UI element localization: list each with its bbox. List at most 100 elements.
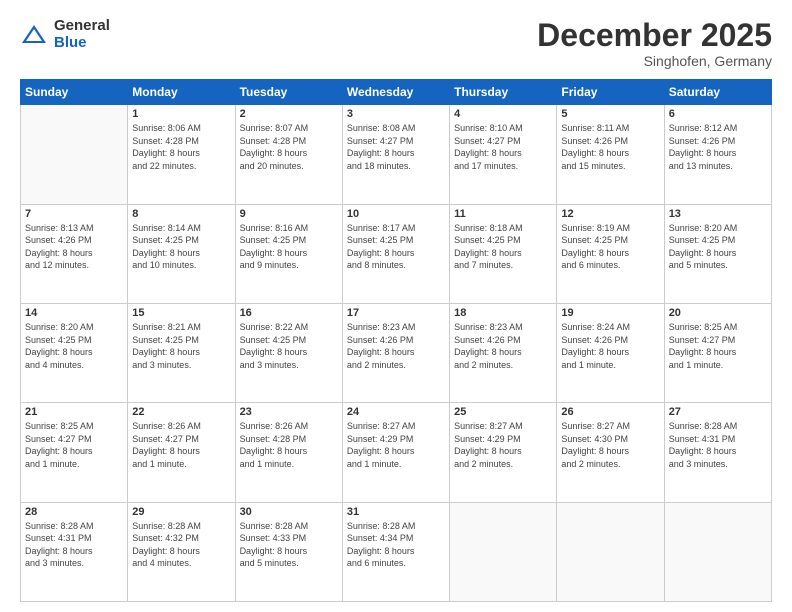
day-number: 17 (347, 307, 445, 319)
table-row: 2 Sunrise: 8:07 AMSunset: 4:28 PMDaylight… (235, 105, 342, 204)
day-info: Sunrise: 8:19 AMSunset: 4:25 PMDaylight:… (561, 222, 659, 272)
page: General Blue December 2025 Singhofen, Ge… (0, 0, 792, 612)
day-number: 19 (561, 307, 659, 319)
header-friday: Friday (557, 80, 664, 105)
day-info: Sunrise: 8:08 AMSunset: 4:27 PMDaylight:… (347, 122, 445, 172)
day-number: 5 (561, 108, 659, 120)
table-row: 20 Sunrise: 8:25 AMSunset: 4:27 PMDayligh… (664, 303, 771, 402)
header: General Blue December 2025 Singhofen, Ge… (20, 18, 772, 69)
table-row (450, 502, 557, 601)
day-number: 28 (25, 506, 123, 518)
header-sunday: Sunday (21, 80, 128, 105)
day-number: 3 (347, 108, 445, 120)
table-row: 18 Sunrise: 8:23 AMSunset: 4:26 PMDayligh… (450, 303, 557, 402)
table-row: 5 Sunrise: 8:11 AMSunset: 4:26 PMDaylight… (557, 105, 664, 204)
header-saturday: Saturday (664, 80, 771, 105)
table-row: 10 Sunrise: 8:17 AMSunset: 4:25 PMDayligh… (342, 204, 449, 303)
day-number: 12 (561, 208, 659, 220)
day-info: Sunrise: 8:26 AMSunset: 4:28 PMDaylight:… (240, 420, 338, 470)
table-row: 25Sunrise: 8:27 AMSunset: 4:29 PMDayligh… (450, 403, 557, 502)
day-number: 11 (454, 208, 552, 220)
day-info: Sunrise: 8:21 AMSunset: 4:25 PMDaylight:… (132, 321, 230, 371)
day-info: Sunrise: 8:22 AMSunset: 4:25 PMDaylight:… (240, 321, 338, 371)
day-info: Sunrise: 8:20 AMSunset: 4:25 PMDaylight:… (669, 222, 767, 272)
day-info: Sunrise: 8:27 AMSunset: 4:29 PMDaylight:… (454, 420, 552, 470)
table-row: 17 Sunrise: 8:23 AMSunset: 4:26 PMDayligh… (342, 303, 449, 402)
logo-blue-text: Blue (54, 35, 110, 52)
day-info: Sunrise: 8:10 AMSunset: 4:27 PMDaylight:… (454, 122, 552, 172)
logo-general-text: General (54, 18, 110, 35)
day-number: 14 (25, 307, 123, 319)
day-number: 6 (669, 108, 767, 120)
day-info: Sunrise: 8:23 AMSunset: 4:26 PMDaylight:… (347, 321, 445, 371)
day-number: 26 (561, 406, 659, 418)
day-info: Sunrise: 8:25 AMSunset: 4:27 PMDaylight:… (669, 321, 767, 371)
day-number: 20 (669, 307, 767, 319)
day-number: 21 (25, 406, 123, 418)
week-row-2: 7Sunrise: 8:13 AMSunset: 4:26 PMDaylight… (21, 204, 772, 303)
day-number: 10 (347, 208, 445, 220)
day-info: Sunrise: 8:27 AMSunset: 4:30 PMDaylight:… (561, 420, 659, 470)
table-row (557, 502, 664, 601)
day-number: 1 (132, 108, 230, 120)
week-row-5: 28 Sunrise: 8:28 AMSunset: 4:31 PMDayligh… (21, 502, 772, 601)
day-info: Sunrise: 8:27 AMSunset: 4:29 PMDaylight:… (347, 420, 445, 470)
day-info: Sunrise: 8:07 AMSunset: 4:28 PMDaylight:… (240, 122, 338, 172)
day-number: 18 (454, 307, 552, 319)
day-number: 29 (132, 506, 230, 518)
table-row: 15 Sunrise: 8:21 AMSunset: 4:25 PMDayligh… (128, 303, 235, 402)
table-row: 21Sunrise: 8:25 AMSunset: 4:27 PMDayligh… (21, 403, 128, 502)
header-monday: Monday (128, 80, 235, 105)
day-info: Sunrise: 8:28 AMSunset: 4:31 PMDaylight:… (25, 520, 123, 570)
table-row: 14 Sunrise: 8:20 AMSunset: 4:25 PMDayligh… (21, 303, 128, 402)
table-row: 24 Sunrise: 8:27 AMSunset: 4:29 PMDayligh… (342, 403, 449, 502)
table-row (664, 502, 771, 601)
table-row: 19Sunrise: 8:24 AMSunset: 4:26 PMDayligh… (557, 303, 664, 402)
day-info: Sunrise: 8:16 AMSunset: 4:25 PMDaylight:… (240, 222, 338, 272)
day-info: Sunrise: 8:26 AMSunset: 4:27 PMDaylight:… (132, 420, 230, 470)
day-info: Sunrise: 8:06 AMSunset: 4:28 PMDaylight:… (132, 122, 230, 172)
day-number: 13 (669, 208, 767, 220)
header-wednesday: Wednesday (342, 80, 449, 105)
table-row: 27 Sunrise: 8:28 AMSunset: 4:31 PMDayligh… (664, 403, 771, 502)
table-row: 29 Sunrise: 8:28 AMSunset: 4:32 PMDayligh… (128, 502, 235, 601)
day-number: 23 (240, 406, 338, 418)
table-row: 23 Sunrise: 8:26 AMSunset: 4:28 PMDayligh… (235, 403, 342, 502)
day-info: Sunrise: 8:11 AMSunset: 4:26 PMDaylight:… (561, 122, 659, 172)
day-number: 31 (347, 506, 445, 518)
table-row: 7Sunrise: 8:13 AMSunset: 4:26 PMDaylight… (21, 204, 128, 303)
day-number: 2 (240, 108, 338, 120)
day-info: Sunrise: 8:18 AMSunset: 4:25 PMDaylight:… (454, 222, 552, 272)
table-row: 9Sunrise: 8:16 AMSunset: 4:25 PMDaylight… (235, 204, 342, 303)
day-info: Sunrise: 8:20 AMSunset: 4:25 PMDaylight:… (25, 321, 123, 371)
day-info: Sunrise: 8:28 AMSunset: 4:32 PMDaylight:… (132, 520, 230, 570)
table-row: 1 Sunrise: 8:06 AMSunset: 4:28 PMDaylight… (128, 105, 235, 204)
table-row: 26 Sunrise: 8:27 AMSunset: 4:30 PMDayligh… (557, 403, 664, 502)
table-row: 31 Sunrise: 8:28 AMSunset: 4:34 PMDayligh… (342, 502, 449, 601)
header-tuesday: Tuesday (235, 80, 342, 105)
weekday-header-row: Sunday Monday Tuesday Wednesday Thursday… (21, 80, 772, 105)
calendar-table: Sunday Monday Tuesday Wednesday Thursday… (20, 79, 772, 602)
day-info: Sunrise: 8:28 AMSunset: 4:33 PMDaylight:… (240, 520, 338, 570)
day-number: 24 (347, 406, 445, 418)
header-thursday: Thursday (450, 80, 557, 105)
table-row: 11 Sunrise: 8:18 AMSunset: 4:25 PMDayligh… (450, 204, 557, 303)
day-number: 27 (669, 406, 767, 418)
day-number: 22 (132, 406, 230, 418)
day-info: Sunrise: 8:17 AMSunset: 4:25 PMDaylight:… (347, 222, 445, 272)
week-row-3: 14 Sunrise: 8:20 AMSunset: 4:25 PMDayligh… (21, 303, 772, 402)
table-row: 12 Sunrise: 8:19 AMSunset: 4:25 PMDayligh… (557, 204, 664, 303)
day-info: Sunrise: 8:28 AMSunset: 4:34 PMDaylight:… (347, 520, 445, 570)
table-row: 22 Sunrise: 8:26 AMSunset: 4:27 PMDayligh… (128, 403, 235, 502)
week-row-1: 1 Sunrise: 8:06 AMSunset: 4:28 PMDaylight… (21, 105, 772, 204)
day-number: 4 (454, 108, 552, 120)
table-row: 8Sunrise: 8:14 AMSunset: 4:25 PMDaylight… (128, 204, 235, 303)
location: Singhofen, Germany (537, 53, 772, 69)
day-info: Sunrise: 8:23 AMSunset: 4:26 PMDaylight:… (454, 321, 552, 371)
day-info: Sunrise: 8:28 AMSunset: 4:31 PMDaylight:… (669, 420, 767, 470)
day-number: 15 (132, 307, 230, 319)
table-row: 3 Sunrise: 8:08 AMSunset: 4:27 PMDaylight… (342, 105, 449, 204)
day-info: Sunrise: 8:12 AMSunset: 4:26 PMDaylight:… (669, 122, 767, 172)
day-number: 8 (132, 208, 230, 220)
day-number: 16 (240, 307, 338, 319)
